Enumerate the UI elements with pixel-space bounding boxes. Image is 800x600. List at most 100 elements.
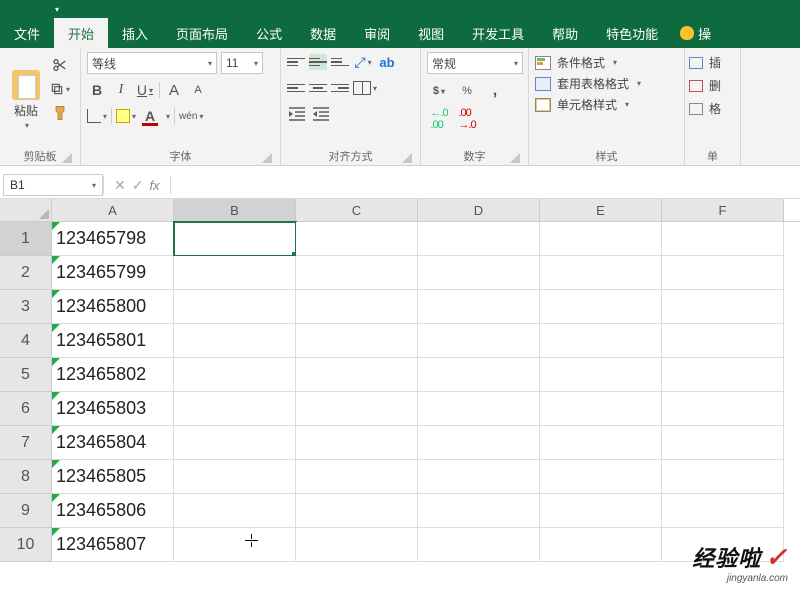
cell[interactable] [662,256,784,290]
cell[interactable] [418,528,540,562]
currency-button[interactable]: $▾ [427,80,451,102]
tab-insert[interactable]: 插入 [108,18,162,48]
delete-cells-button[interactable]: 删 [689,77,736,94]
dialog-launcher-icon[interactable] [62,153,72,163]
name-box[interactable]: B1 ▾ [3,174,103,196]
align-bottom-button[interactable] [331,54,349,70]
cell[interactable] [296,290,418,324]
cell[interactable]: 123465798 [52,222,174,256]
tab-page-layout[interactable]: 页面布局 [162,18,242,48]
cell[interactable] [662,324,784,358]
cell[interactable]: 123465807 [52,528,174,562]
dialog-launcher-icon[interactable] [402,153,412,163]
format-painter-button[interactable] [50,104,70,122]
tab-view[interactable]: 视图 [404,18,458,48]
cell[interactable] [540,392,662,426]
italic-button[interactable]: I [111,80,131,100]
cell[interactable] [540,528,662,562]
borders-button[interactable]: ▾ [87,106,107,126]
cell[interactable]: 123465799 [52,256,174,290]
cancel-icon[interactable]: ✕ [114,177,126,194]
cell[interactable] [296,528,418,562]
quick-access-dropdown-icon[interactable]: ▾ [55,5,63,13]
tab-developer[interactable]: 开发工具 [458,18,538,48]
row-header[interactable]: 7 [0,426,52,460]
percent-button[interactable]: % [455,80,479,102]
row-header[interactable]: 8 [0,460,52,494]
increase-indent-button[interactable] [311,104,331,124]
cell[interactable] [662,494,784,528]
cell[interactable] [296,324,418,358]
align-middle-button[interactable] [309,54,327,70]
font-size-combo[interactable]: 11▾ [221,52,263,74]
font-name-combo[interactable]: 等线▾ [87,52,217,74]
column-header[interactable]: E [540,199,662,221]
format-cells-button[interactable]: 格 [689,100,736,117]
chevron-down-icon[interactable]: ▾ [166,112,170,121]
cell[interactable] [540,324,662,358]
cell[interactable]: 123465804 [52,426,174,460]
cell[interactable] [540,494,662,528]
tab-special[interactable]: 特色功能 [592,18,672,48]
tab-formulas[interactable]: 公式 [242,18,296,48]
cell[interactable] [418,426,540,460]
comma-button[interactable]: , [483,80,507,102]
cell[interactable] [174,222,296,256]
formula-input[interactable] [171,172,800,198]
cell[interactable] [174,324,296,358]
cell[interactable]: 123465802 [52,358,174,392]
row-header[interactable]: 5 [0,358,52,392]
cell[interactable] [662,290,784,324]
cell[interactable]: 123465801 [52,324,174,358]
row-header[interactable]: 6 [0,392,52,426]
confirm-icon[interactable]: ✓ [132,177,144,194]
tell-me[interactable]: 操 [672,18,719,48]
align-left-button[interactable] [287,80,305,96]
column-header[interactable]: A [52,199,174,221]
orientation-button[interactable]: ⤢▾ [353,52,373,72]
cell[interactable] [662,460,784,494]
cell[interactable] [296,392,418,426]
row-header[interactable]: 9 [0,494,52,528]
shrink-font-button[interactable]: A [188,80,208,100]
font-color-button[interactable]: A [140,106,160,126]
cell[interactable] [174,460,296,494]
cell[interactable] [174,290,296,324]
cell[interactable] [540,256,662,290]
copy-button[interactable]: ▾ [50,80,70,98]
underline-button[interactable]: U▾ [135,80,155,100]
cell[interactable]: 123465806 [52,494,174,528]
format-as-table-button[interactable]: 套用表格格式 ▾ [535,75,678,92]
conditional-format-button[interactable]: 条件格式 ▾ [535,54,678,71]
cell[interactable] [296,494,418,528]
align-center-button[interactable] [309,80,327,96]
dialog-launcher-icon[interactable] [262,153,272,163]
paste-button[interactable]: 粘贴 ▾ [6,52,46,147]
tab-home[interactable]: 开始 [54,18,108,48]
select-all-corner[interactable] [0,199,52,221]
cell[interactable] [540,426,662,460]
cell[interactable] [540,460,662,494]
cell[interactable] [296,460,418,494]
cell[interactable] [662,358,784,392]
tab-file[interactable]: 文件 [0,18,54,48]
cell[interactable] [418,358,540,392]
cell-styles-button[interactable]: 单元格样式 ▾ [535,96,678,113]
cell[interactable] [662,222,784,256]
cell[interactable] [662,426,784,460]
cell[interactable]: 123465800 [52,290,174,324]
cell[interactable] [296,222,418,256]
tab-review[interactable]: 审阅 [350,18,404,48]
row-header[interactable]: 3 [0,290,52,324]
cell[interactable] [540,222,662,256]
cell[interactable]: 123465805 [52,460,174,494]
bold-button[interactable]: B [87,80,107,100]
cell[interactable] [418,460,540,494]
decrease-indent-button[interactable] [287,104,307,124]
cell[interactable] [174,494,296,528]
number-format-combo[interactable]: 常规▾ [427,52,523,74]
cell[interactable] [418,290,540,324]
column-header[interactable]: D [418,199,540,221]
cut-button[interactable] [50,56,70,74]
merge-button[interactable]: ▾ [353,78,377,98]
